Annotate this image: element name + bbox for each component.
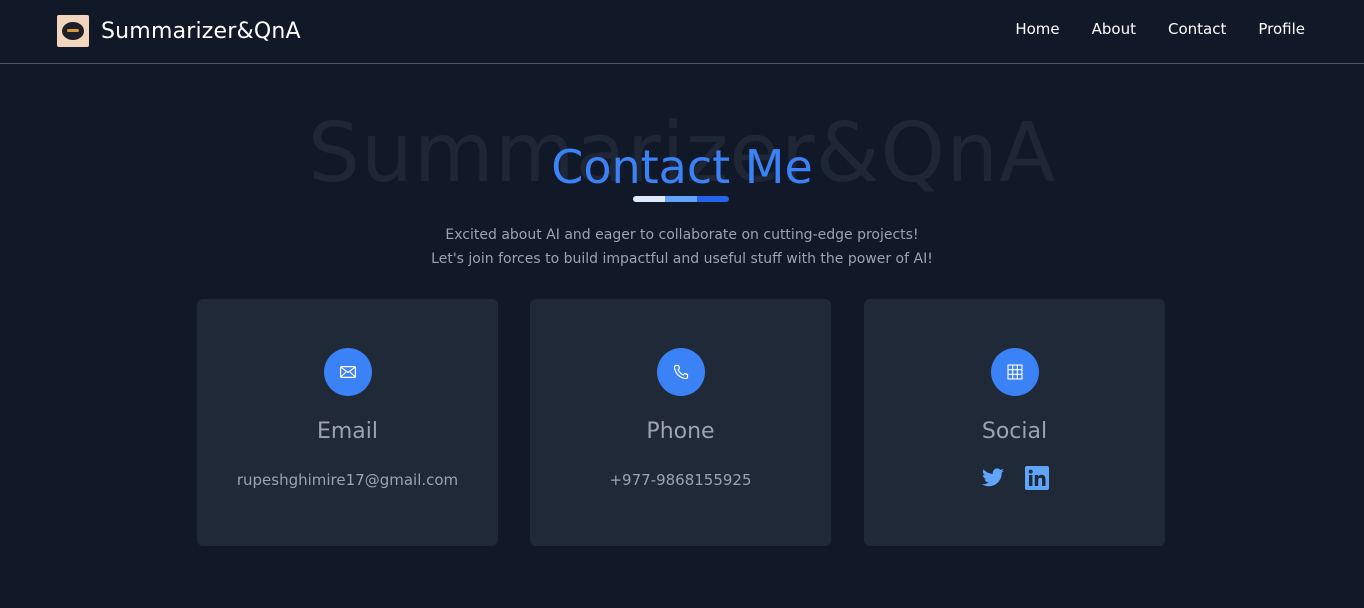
mail-icon xyxy=(324,348,372,396)
social-card: Social xyxy=(864,299,1165,546)
brand-logo xyxy=(57,15,89,47)
email-card: Email rupeshghimire17@gmail.com xyxy=(197,299,498,546)
email-title: Email xyxy=(316,419,379,444)
grid-icon xyxy=(991,348,1039,396)
nav-link-contact[interactable]: Contact xyxy=(1168,20,1226,38)
nav-link-home[interactable]: Home xyxy=(1015,20,1059,38)
social-links xyxy=(864,466,1165,490)
subtitle-line-1: Excited about AI and eager to collaborat… xyxy=(445,227,919,243)
nav-link-profile[interactable]: Profile xyxy=(1258,20,1305,38)
subtitle-line-2: Let's join forces to build impactful and… xyxy=(431,251,933,267)
linkedin-icon[interactable] xyxy=(1024,466,1049,490)
section-title: Contact Me xyxy=(551,140,813,194)
nav-link-about[interactable]: About xyxy=(1092,20,1136,38)
social-title: Social xyxy=(981,419,1048,444)
brand[interactable]: Summarizer&QnA xyxy=(57,15,301,47)
twitter-icon[interactable] xyxy=(981,466,1005,490)
navbar: Summarizer&QnA Home About Contact Profil… xyxy=(0,0,1364,64)
title-underline xyxy=(633,196,729,202)
phone-card: Phone +977-9868155925 xyxy=(530,299,831,546)
phone-number[interactable]: +977-9868155925 xyxy=(530,471,831,489)
email-address[interactable]: rupeshghimire17@gmail.com xyxy=(197,471,498,489)
phone-icon xyxy=(657,348,705,396)
nav-links: Home About Contact Profile xyxy=(1015,20,1305,38)
brand-name: Summarizer&QnA xyxy=(101,18,301,44)
phone-title: Phone xyxy=(646,419,715,444)
